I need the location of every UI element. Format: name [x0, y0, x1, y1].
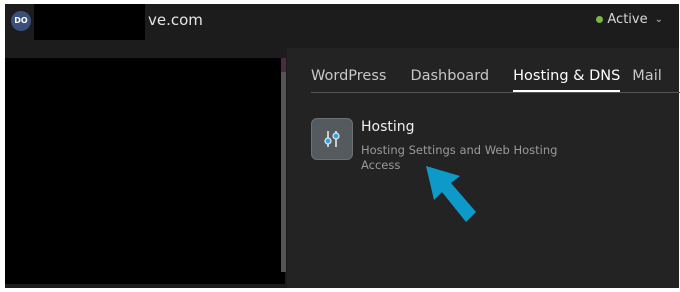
left-pane	[5, 48, 287, 288]
domain-name: ve.com	[148, 11, 203, 29]
tab-dashboard[interactable]: Dashboard	[410, 66, 501, 92]
hosting-card-title: Hosting	[361, 119, 415, 135]
redacted-domain-block	[34, 4, 145, 40]
tab-mail[interactable]: Mail	[632, 66, 673, 92]
redacted-preview-block	[5, 58, 285, 284]
status-label: Active	[607, 12, 648, 27]
chevron-down-icon: ⌄	[654, 14, 663, 25]
tab-hosting-dns[interactable]: Hosting & DNS	[513, 66, 621, 92]
tab-divider	[311, 92, 680, 93]
tab-bar: WordPress Dashboard Hosting & DNS Mail	[311, 66, 680, 92]
top-bar: DO ve.com Active ⌄	[5, 4, 679, 48]
site-logo: DO	[11, 11, 31, 31]
status-dropdown[interactable]: Active ⌄	[596, 12, 663, 27]
scrollbar[interactable]	[281, 58, 286, 272]
scrollbar-thumb[interactable]	[281, 58, 286, 72]
sliders-icon	[311, 118, 353, 160]
status-dot-icon	[596, 16, 604, 23]
pointer-arrow-icon	[426, 166, 476, 222]
tab-wordpress[interactable]: WordPress	[311, 66, 398, 92]
